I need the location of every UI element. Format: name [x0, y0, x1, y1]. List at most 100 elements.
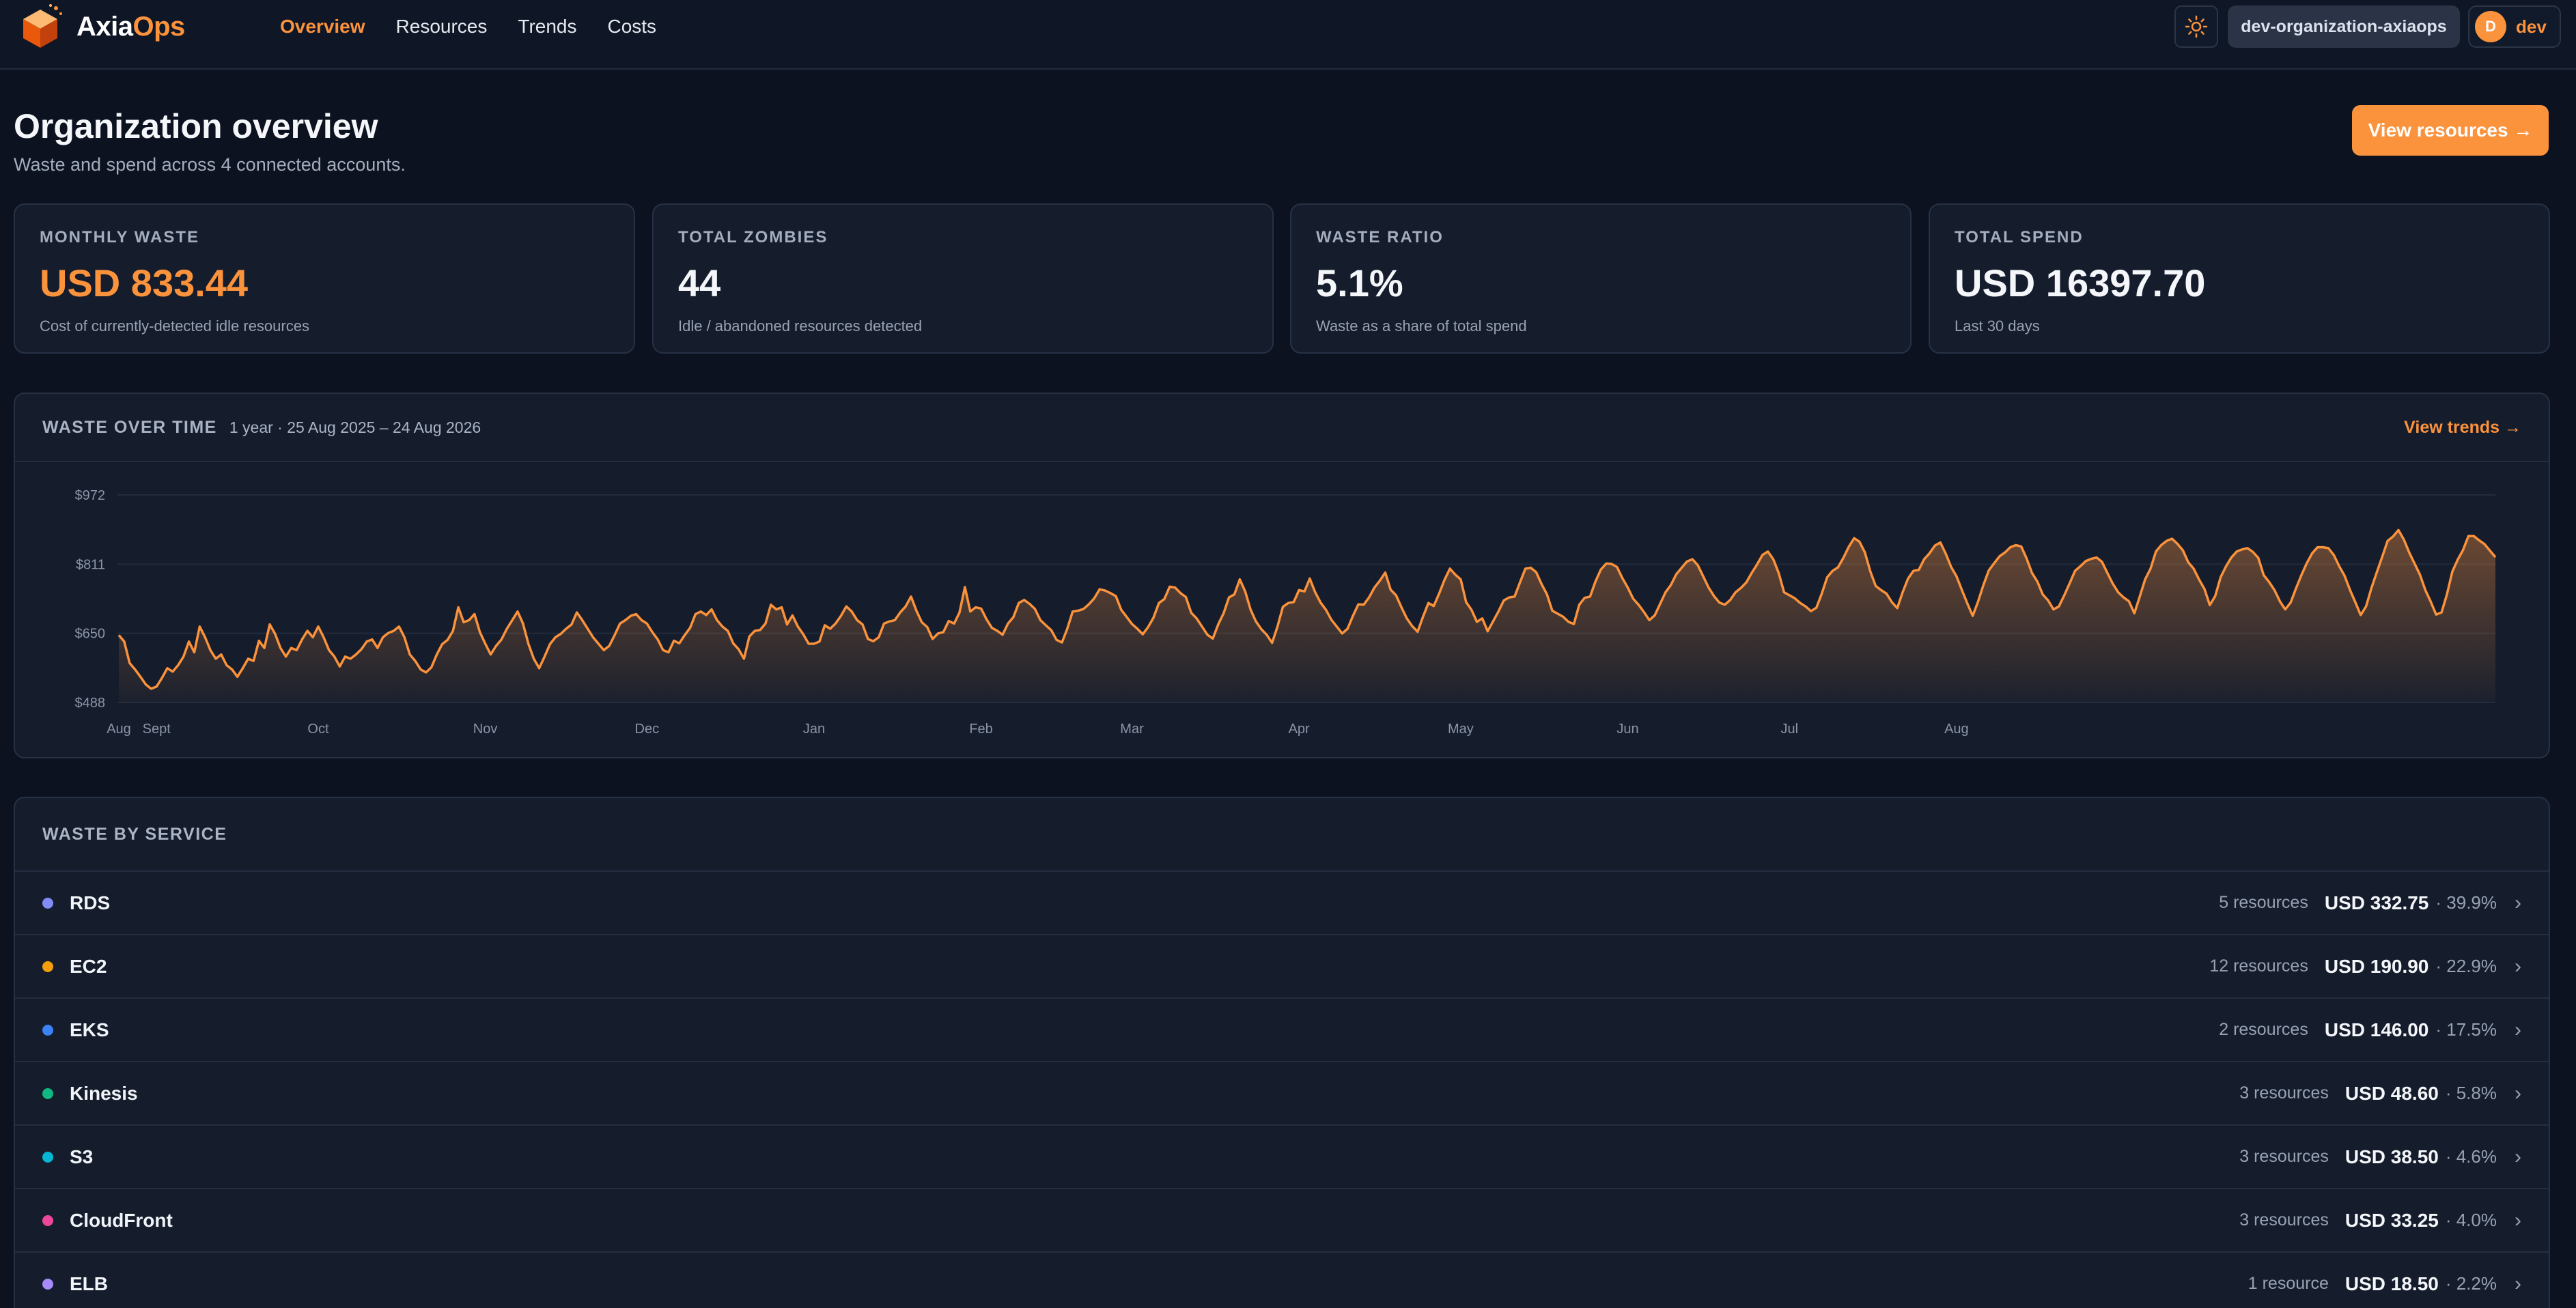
- user-name: dev: [2516, 16, 2547, 37]
- nav-costs[interactable]: Costs: [607, 16, 656, 38]
- service-name: EC2: [70, 955, 107, 977]
- x-tick-label: Oct: [307, 722, 329, 737]
- stat-card-monthly-waste: MONTHLY WASTE USD 833.44 Cost of current…: [14, 203, 635, 354]
- service-row-s3[interactable]: S3 3 resources USD 38.50 · 4.6% ›: [15, 1126, 2549, 1189]
- service-resource-count: 2 resources: [2219, 1020, 2308, 1039]
- service-stats: 12 resources USD 190.90 · 22.9% ›: [2209, 955, 2521, 978]
- x-tick-label: Feb: [969, 722, 992, 737]
- user-menu[interactable]: D dev: [2468, 5, 2561, 48]
- service-row-cloudfront[interactable]: CloudFront 3 resources USD 33.25 · 4.0% ›: [15, 1189, 2549, 1253]
- page-title: Organization overview: [14, 107, 378, 145]
- stat-note: Waste as a share of total spend: [1316, 317, 1527, 335]
- stat-note: Last 30 days: [1955, 317, 2040, 335]
- cube-logo-icon: [23, 4, 62, 48]
- service-color-dot: [42, 1278, 53, 1290]
- view-trends-link[interactable]: View trends →: [2404, 418, 2521, 438]
- service-resource-count: 3 resources: [2239, 1147, 2329, 1166]
- x-tick-label: May: [1448, 722, 1474, 737]
- stat-label: TOTAL SPEND: [1955, 228, 2084, 246]
- service-amount: USD 18.50: [2344, 1273, 2439, 1294]
- app-name-part2: Ops: [132, 11, 186, 42]
- stat-label: WASTE RATIO: [1316, 228, 1444, 246]
- theme-toggle-button[interactable]: [2174, 5, 2218, 48]
- chevron-right-icon: ›: [2515, 1081, 2521, 1105]
- stat-note: Cost of currently-detected idle resource…: [40, 317, 309, 335]
- chevron-right-icon: ›: [2515, 1018, 2521, 1041]
- chevron-right-icon: ›: [2515, 954, 2521, 978]
- service-resource-count: 1 resource: [2248, 1274, 2329, 1293]
- service-percent: · 5.8%: [2445, 1083, 2497, 1103]
- service-percent: · 4.6%: [2445, 1146, 2497, 1167]
- service-color-dot: [42, 1024, 53, 1036]
- x-tick-label: Aug: [1944, 722, 1969, 737]
- service-resource-count: 3 resources: [2239, 1210, 2329, 1229]
- waste-by-service-panel: WASTE BY SERVICE RDS 5 resources USD 332.7…: [14, 797, 2550, 1308]
- service-resource-count: 3 resources: [2239, 1083, 2329, 1103]
- nav-overview[interactable]: Overview: [280, 16, 365, 38]
- app-name-part1: Axia: [76, 11, 133, 42]
- service-amount: USD 38.50: [2344, 1146, 2439, 1167]
- service-stats: 5 resources USD 332.75 · 39.9% ›: [2219, 892, 2521, 915]
- y-tick-label: $972: [75, 488, 106, 503]
- service-name: Kinesis: [70, 1082, 138, 1104]
- x-tick-label: Jun: [1616, 722, 1638, 737]
- chart-header: WASTE OVER TIME 1 year · 25 Aug 2025 – 2…: [15, 394, 2549, 462]
- service-name: S3: [70, 1146, 94, 1167]
- service-percent: · 4.0%: [2445, 1210, 2497, 1230]
- x-tick-label: Sept: [143, 722, 171, 737]
- service-resource-count: 5 resources: [2219, 893, 2308, 912]
- x-tick-label: Jan: [803, 722, 825, 737]
- x-tick-label: Apr: [1289, 722, 1310, 737]
- org-selector[interactable]: dev-organization-axiaops: [2228, 5, 2460, 48]
- y-tick-label: $650: [75, 627, 106, 642]
- service-color-dot: [42, 961, 53, 972]
- app-logo[interactable]: AxiaOps: [16, 0, 185, 53]
- service-name: CloudFront: [70, 1209, 173, 1231]
- chevron-right-icon: ›: [2515, 1208, 2521, 1232]
- service-resource-count: 12 resources: [2209, 956, 2308, 976]
- service-name: RDS: [70, 892, 111, 913]
- service-row-rds[interactable]: RDS 5 resources USD 332.75 · 39.9% ›: [15, 872, 2549, 935]
- app-name: AxiaOps: [76, 12, 185, 42]
- service-percent: · 2.2%: [2445, 1273, 2497, 1294]
- x-tick-label: Aug: [107, 722, 131, 737]
- service-amount: USD 33.25: [2344, 1209, 2439, 1231]
- service-list: RDS 5 resources USD 332.75 · 39.9% › EC2 12 re…: [15, 872, 2549, 1308]
- nav-resources[interactable]: Resources: [396, 16, 488, 38]
- chevron-right-icon: ›: [2515, 891, 2521, 914]
- chevron-right-icon: ›: [2515, 1145, 2521, 1168]
- nav-trends[interactable]: Trends: [518, 16, 576, 38]
- stat-card-waste-ratio: WASTE RATIO 5.1% Waste as a share of tot…: [1290, 203, 1912, 354]
- view-resources-button[interactable]: View resources →: [2352, 105, 2549, 156]
- x-tick-label: Jul: [1780, 722, 1798, 737]
- stat-card-total-zombies: TOTAL ZOMBIES 44 Idle / abandoned resour…: [652, 203, 1274, 354]
- service-color-dot: [42, 1151, 53, 1163]
- service-stats: 3 resources USD 38.50 · 4.6% ›: [2239, 1146, 2521, 1169]
- service-color-dot: [42, 1214, 53, 1226]
- stat-value: 44: [678, 261, 721, 304]
- service-row-elb[interactable]: ELB 1 resource USD 18.50 · 2.2% ›: [15, 1253, 2549, 1308]
- stat-card-total-spend: TOTAL SPEND USD 16397.70 Last 30 days: [1929, 203, 2550, 354]
- service-stats: 2 resources USD 146.00 · 17.5% ›: [2219, 1019, 2521, 1042]
- service-row-kinesis[interactable]: Kinesis 3 resources USD 48.60 · 5.8% ›: [15, 1062, 2549, 1126]
- stat-note: Idle / abandoned resources detected: [678, 317, 923, 335]
- service-amount: USD 190.90: [2324, 955, 2429, 977]
- service-stats: 3 resources USD 48.60 · 5.8% ›: [2239, 1082, 2521, 1105]
- chart-range: 1 year · 25 Aug 2025 – 24 Aug 2026: [229, 418, 481, 436]
- x-tick-label: Nov: [473, 722, 498, 737]
- service-percent: · 17.5%: [2435, 1019, 2497, 1040]
- service-color-dot: [42, 1087, 53, 1099]
- page-subtitle: Waste and spend across 4 connected accou…: [14, 154, 406, 175]
- chevron-right-icon: ›: [2515, 1272, 2521, 1295]
- service-header: WASTE BY SERVICE: [15, 798, 2549, 872]
- service-name: ELB: [70, 1273, 108, 1294]
- service-row-ec2[interactable]: EC2 12 resources USD 190.90 · 22.9% ›: [15, 935, 2549, 999]
- sun-icon: [2185, 15, 2208, 38]
- stat-value: USD 16397.70: [1955, 261, 2206, 304]
- stat-label: TOTAL ZOMBIES: [678, 228, 828, 246]
- service-stats: 1 resource USD 18.50 · 2.2% ›: [2248, 1273, 2521, 1296]
- x-tick-label: Mar: [1120, 722, 1144, 737]
- service-title: WASTE BY SERVICE: [42, 824, 227, 844]
- avatar: D: [2475, 11, 2506, 42]
- service-row-eks[interactable]: EKS 2 resources USD 146.00 · 17.5% ›: [15, 999, 2549, 1062]
